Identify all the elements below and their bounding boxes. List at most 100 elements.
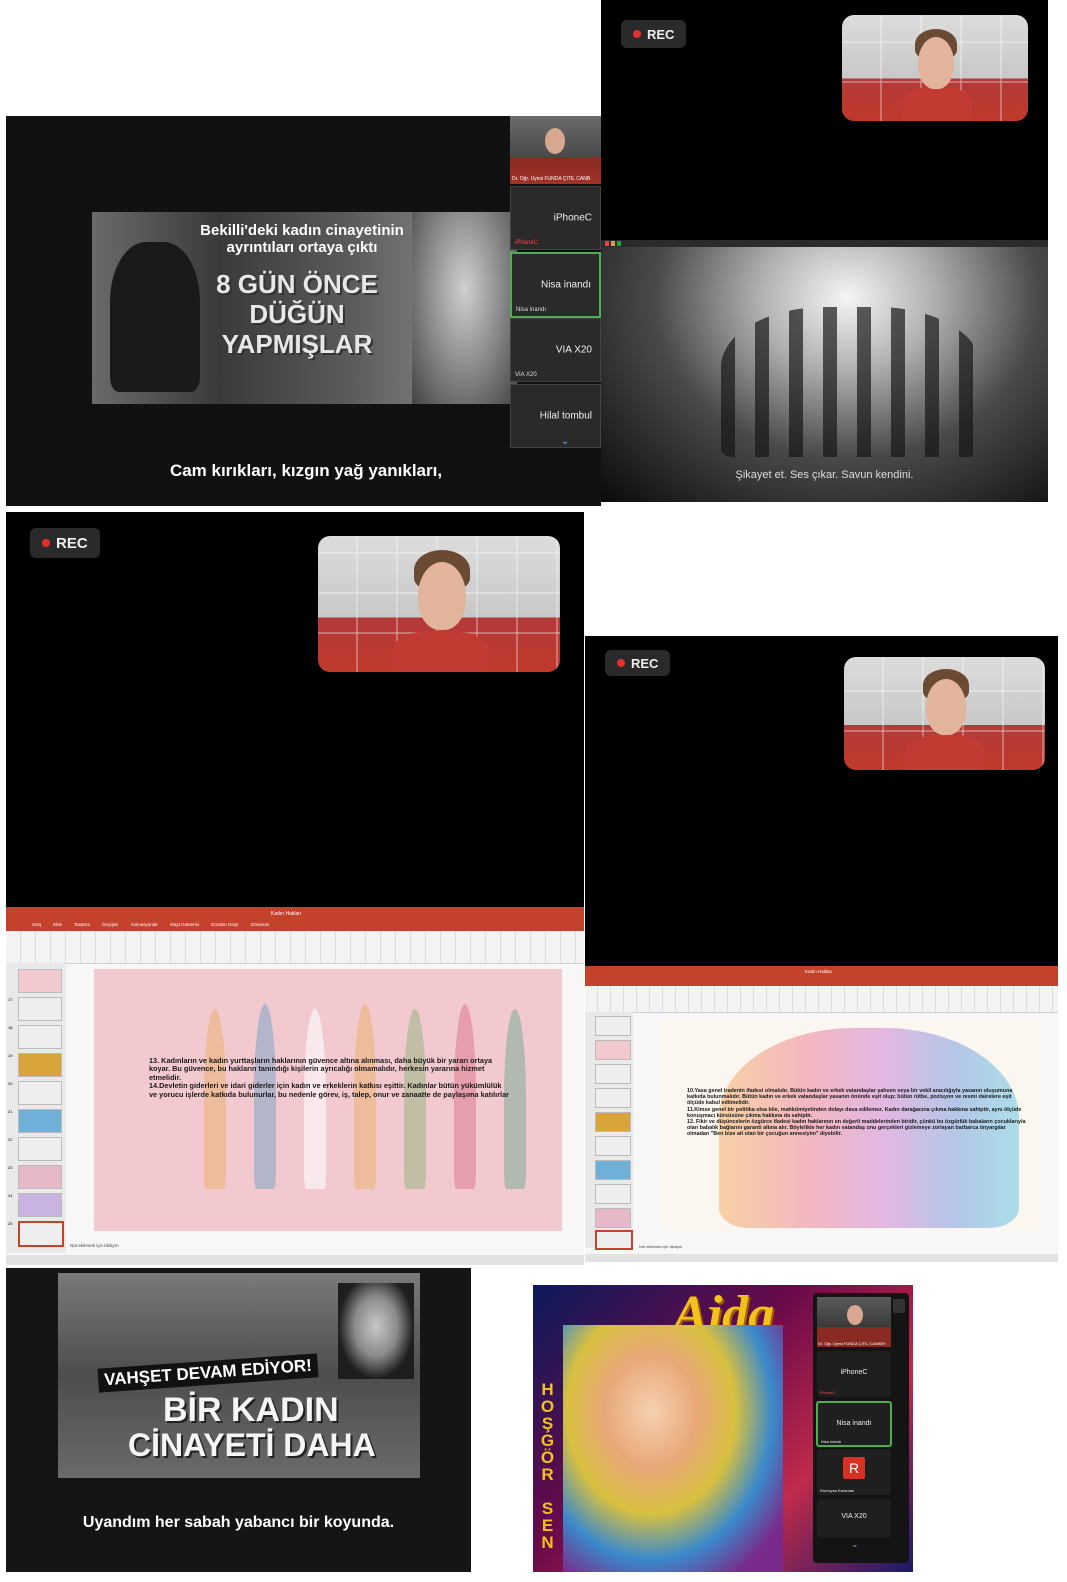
participant-name: Hilal tombul (539, 410, 592, 422)
panel-album-video-call: Ajda HOŞGÖR SEN Dr. Öğr. Üyesi FUNDA ÇİT… (533, 1285, 913, 1572)
slide-thumbnail[interactable] (18, 1053, 62, 1077)
slide-thumbnail[interactable] (18, 1109, 62, 1133)
headline-line1: VAHŞET DEVAM EDİYOR! (97, 1353, 319, 1393)
slide-thumbnail[interactable] (18, 997, 62, 1021)
thumb-num: 19 (8, 1053, 13, 1058)
speaker-name-label: Dr. Öğr. Üyesi FUNDA ÇİTİL CANBEK (818, 1341, 886, 1346)
powerpoint-window: Kadın Hakları 10.Yasa genel iradenin ifa… (585, 966, 1058, 1262)
panel-news-video-call: Bekilli'deki kadın cinayetinin ayrıntıla… (6, 116, 601, 506)
speaker-face (847, 1305, 863, 1325)
slide-thumbnails (585, 1012, 633, 1250)
person-body (902, 87, 972, 121)
slide-thumbnail[interactable] (595, 1136, 631, 1156)
webcam-preview[interactable] (318, 536, 560, 672)
panel-news-headline: VAHŞET DEVAM EDİYOR! BİR KADIN CİNAYETİ … (6, 1268, 471, 1572)
slide-thumbnail[interactable] (595, 1040, 631, 1060)
ppt-ribbon[interactable] (6, 931, 584, 964)
woman-figure (204, 1009, 226, 1189)
slide-thumbnail[interactable] (18, 969, 62, 993)
speaker-video[interactable]: Dr. Öğr. Üyesi FUNDA ÇİTİL CANB (510, 116, 601, 184)
webcam-preview[interactable] (842, 15, 1028, 121)
webcam-preview[interactable] (844, 657, 1045, 770)
thumb-num: 20 (8, 1081, 13, 1086)
notes-bar[interactable]: Not eklemek için tıklayın (70, 1243, 119, 1248)
panel-powerpoint-2: REC Kadın Hakları 10.Yasa genel iradenin… (585, 636, 1058, 1262)
slide-thumbnail[interactable] (18, 1081, 62, 1105)
chevron-down-icon[interactable]: ⌄ (851, 1539, 859, 1550)
notes-bar[interactable]: Not eklemek için tıklayın (639, 1244, 682, 1249)
thumb-num: 22 (8, 1137, 13, 1142)
participant-tile-via[interactable]: VIA X20 (817, 1499, 891, 1537)
speaker-video[interactable]: Dr. Öğr. Üyesi FUNDA ÇİTİL CANBEK (817, 1297, 891, 1347)
zoom-sidebar: Dr. Öğr. Üyesi FUNDA ÇİTİL CANBEK iPhone… (813, 1293, 909, 1563)
rec-dot-icon (633, 30, 641, 38)
menu-gecisler[interactable]: Geçişler (102, 922, 119, 927)
menu-tasarim[interactable]: Tasarım (74, 922, 90, 927)
woman-photo (412, 212, 517, 404)
participant-small-name: Nisa inandı (516, 307, 547, 313)
participant-tile-hilal[interactable]: Hilal tombul (510, 384, 601, 448)
participant-tile-iphonec[interactable]: iPhoneC iPhoneC (817, 1351, 891, 1397)
slide-thumbnail[interactable] (595, 1088, 631, 1108)
menu-slayt[interactable]: Slayt Gösterisi (170, 922, 199, 927)
slide-thumbnail[interactable] (18, 1025, 62, 1049)
video-subtitle: Cam kırıkları, kızgın yağ yanıkları, (169, 461, 443, 480)
ppt-menu: Giriş Ekle Tasarım Geçişler Animasyonlar… (32, 922, 269, 927)
video-subtitle: Şikayet et. Ses çıkar. Savun kendini. (735, 469, 914, 481)
slide-thumbnail[interactable] (595, 1016, 631, 1036)
news-headline: Bekilli'deki kadın cinayetinin ayrıntıla… (200, 222, 404, 257)
thumb-num: 18 (8, 1025, 13, 1030)
headline-line2: BİR KADIN (163, 1391, 339, 1429)
participant-name: VIA X20 (555, 344, 592, 356)
slide-thumbnail[interactable] (595, 1064, 631, 1084)
slide-canvas[interactable]: 13. Kadınların ve kadın yurttaşların hak… (94, 969, 562, 1231)
participant-tile-nisa[interactable]: Nisa inandı Nisa inandı (510, 252, 601, 318)
person-body (906, 735, 984, 770)
person-face (926, 679, 966, 735)
person-face (918, 37, 954, 89)
menu-gozden[interactable]: Gözden Geçir (211, 922, 239, 927)
participant-tile-nisa[interactable]: Nisa inandı Nisa inandı (816, 1401, 892, 1447)
slide-canvas[interactable]: 10.Yasa genel iradenin ifadesi olmalıdır… (659, 1018, 1039, 1230)
slide-thumbnail-selected[interactable] (595, 1230, 633, 1250)
participant-small-name: VIA X20 (515, 372, 537, 378)
ppt-ribbon[interactable] (585, 986, 1058, 1013)
slide-thumbnail[interactable] (595, 1208, 631, 1228)
slide-body-text: 10.Yasa genel iradenin ifadesi olmalıdır… (687, 1088, 1026, 1138)
slide-thumbnail[interactable] (18, 1165, 62, 1189)
participant-tile-iphonec[interactable]: iPhoneC iPhoneC (510, 186, 601, 250)
menu-giris[interactable]: Giriş (32, 922, 41, 927)
thumb-num: 24 (8, 1193, 13, 1198)
participant-tile-via[interactable]: VIA X20 VIA X20 (510, 318, 601, 382)
shared-window-titlebar (601, 240, 1048, 247)
rec-indicator: REC (605, 650, 671, 676)
status-bar (6, 1255, 584, 1265)
menu-animasyonlar[interactable]: Animasyonlar (131, 922, 158, 927)
menu-ekle[interactable]: Ekle (53, 922, 62, 927)
slide-thumbnail[interactable] (595, 1184, 631, 1204)
slide-thumbnail[interactable] (18, 1193, 62, 1217)
slide-thumbnail-selected[interactable] (18, 1221, 64, 1247)
powerpoint-window: Kadın Hakları Giriş Ekle Tasarım Geçişle… (6, 907, 584, 1265)
woman-portrait (338, 1283, 414, 1379)
window-controls[interactable] (893, 1299, 905, 1313)
participant-small-name: iPhoneC (820, 1390, 836, 1395)
panel-recording-dance: REC Şikayet et. Ses çıkar. Savun kendini… (601, 0, 1048, 502)
ppt-titlebar: Kadın Hakları Giriş Ekle Tasarım Geçişle… (6, 907, 584, 931)
rec-dot-icon (42, 539, 50, 547)
video-subtitle: Uyandım her sabah yabancı bir koyunda. (82, 1514, 395, 1531)
avatar: R (843, 1457, 865, 1479)
slide-thumbnail[interactable] (595, 1160, 631, 1180)
menu-gorunum[interactable]: Görünüm (251, 922, 270, 927)
participant-tile-r[interactable]: R Rumeysa Karaman (817, 1449, 891, 1495)
thumb-num: 21 (8, 1109, 13, 1114)
rec-indicator: REC (621, 20, 687, 48)
rec-indicator: REC (30, 528, 100, 558)
participant-name: Nisa inandı (836, 1420, 872, 1427)
thumb-num: 23 (8, 1165, 13, 1170)
chevron-down-icon[interactable]: ⌄ (561, 436, 569, 447)
ppt-title: Kadın Hakları (271, 911, 302, 917)
slide-thumbnail[interactable] (18, 1137, 62, 1161)
slide-thumbnail[interactable] (595, 1112, 631, 1132)
window-controls-icon[interactable] (605, 241, 621, 246)
